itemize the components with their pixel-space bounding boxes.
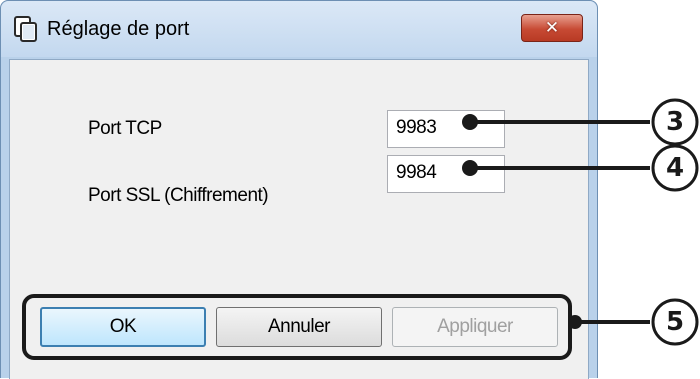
callout-number-3: 3 xyxy=(665,107,685,137)
callout-number-4: 4 xyxy=(665,153,685,183)
callout-overlay xyxy=(462,98,699,346)
callout-number-5: 5 xyxy=(665,307,685,337)
